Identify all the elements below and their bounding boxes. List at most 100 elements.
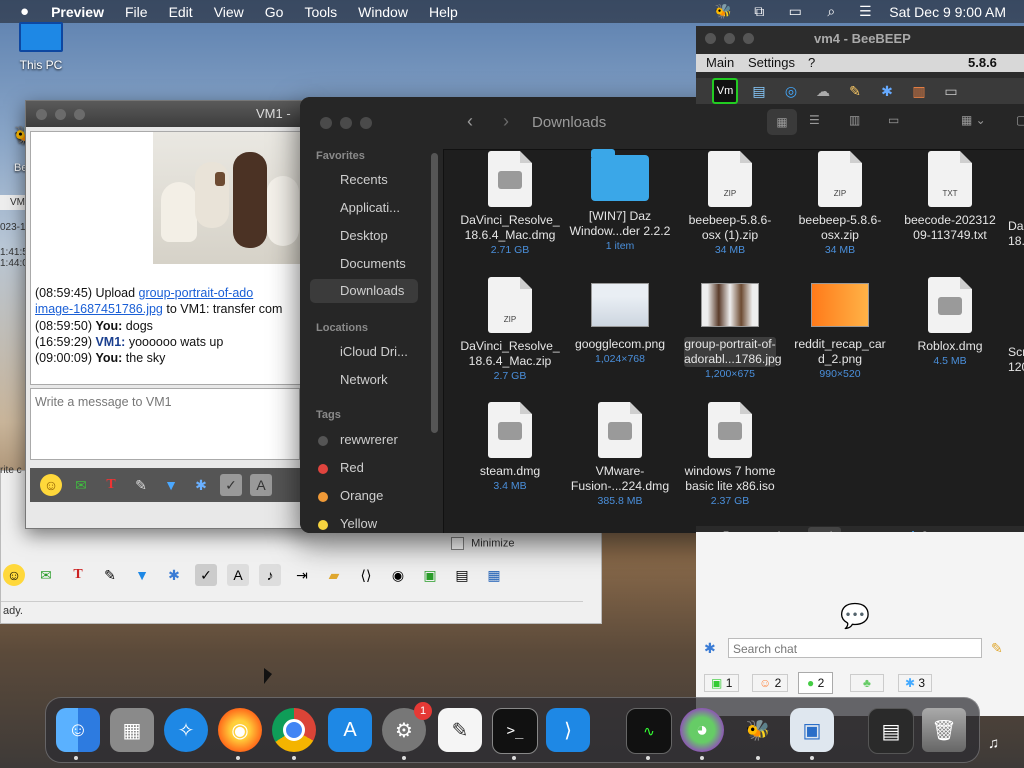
menu-file[interactable]: File	[125, 4, 148, 20]
app-menu[interactable]: Preview	[51, 4, 104, 20]
window-title-bar[interactable]: VM1 -	[26, 101, 311, 127]
spellcheck-icon[interactable]: ✓	[220, 474, 242, 496]
dock-terminal-icon[interactable]: >_	[492, 708, 538, 754]
chart-icon[interactable]: ▥	[908, 80, 930, 102]
file-link[interactable]: image-1687451786.jpg	[35, 302, 163, 316]
plugin-icon[interactable]: ✱	[876, 80, 898, 102]
back-icon[interactable]: ‹	[467, 111, 473, 132]
font-icon[interactable]: T	[67, 564, 89, 586]
gear-icon[interactable]: ✱	[163, 564, 185, 586]
dock-activity-monitor-icon[interactable]: ∿	[626, 708, 672, 754]
search-chat-input[interactable]: Search chat	[728, 638, 982, 658]
file-item[interactable]: steam.dmg 3.4 MB	[458, 402, 562, 494]
tab-share[interactable]: ♣	[850, 674, 884, 692]
file-item[interactable]: googglecom.png 1,024×768	[568, 277, 672, 367]
users-icon[interactable]: ▤	[748, 80, 770, 102]
apple-icon[interactable]: ●	[20, 3, 29, 20]
dock-finder-icon[interactable]: ☺	[56, 708, 100, 752]
emoji-icon[interactable]: ☺	[40, 474, 62, 496]
filter-icon[interactable]: ▼	[160, 474, 182, 496]
dock-textedit-icon[interactable]: ✎	[438, 708, 482, 752]
sidebar-tag-yellow[interactable]: Yellow	[340, 516, 377, 531]
file-item[interactable]: DaVinci_Resolve_ 18.6.4_Mac.dmg 2.71 GB	[458, 151, 562, 258]
dock-launchpad-icon[interactable]: ▦	[110, 708, 154, 752]
beebeep-status-icon[interactable]: 🐝	[715, 3, 732, 19]
menu-window[interactable]: Window	[358, 4, 408, 20]
vm-icon[interactable]: Vm	[712, 78, 738, 104]
folder-icon[interactable]: ▰	[323, 564, 345, 586]
send-file-icon[interactable]: ⇥	[291, 564, 313, 586]
menu-help[interactable]: Help	[429, 4, 458, 20]
camera-icon[interactable]: ◉	[387, 564, 409, 586]
minimize-button[interactable]	[724, 33, 735, 44]
filter-icon[interactable]: ▼	[131, 564, 153, 586]
file-link[interactable]: group-portrait-of-ado	[139, 286, 254, 300]
clock[interactable]: Sat Dec 9 9:00 AM	[889, 4, 1006, 20]
window-icon[interactable]: ▭	[940, 80, 962, 102]
dock-disk-utility-icon[interactable]: ◕	[680, 708, 724, 752]
chat-history[interactable]: (08:59:45) Upload group-portrait-of-ado …	[30, 131, 302, 385]
message-input[interactable]: Write a message to VM1	[30, 388, 300, 460]
zoom-button[interactable]	[360, 117, 372, 129]
forward-icon[interactable]: ›	[503, 111, 509, 132]
dock-app-store-icon[interactable]: A	[328, 708, 372, 752]
mail-icon[interactable]: ✉	[70, 474, 92, 496]
notification-bell-icon[interactable]: ♫	[988, 735, 999, 752]
sidebar-item-icloud[interactable]: iCloud Dri...	[340, 344, 408, 359]
dock-preview-icon[interactable]: ▣	[790, 708, 834, 752]
desktop-icon-this-pc[interactable]: This PC	[14, 22, 68, 72]
search-icon[interactable]: ⌕	[823, 3, 839, 19]
sidebar-tag-orange[interactable]: Orange	[340, 488, 383, 503]
close-button[interactable]	[320, 117, 332, 129]
sidebar-item-documents[interactable]: Documents	[340, 256, 406, 271]
gear-icon[interactable]: ✱	[190, 474, 212, 496]
close-button[interactable]	[705, 33, 716, 44]
minimize-button[interactable]	[340, 117, 352, 129]
sidebar-item-recents[interactable]: Recents	[340, 172, 388, 187]
note-icon[interactable]: ♪	[259, 564, 281, 586]
dock-trash-icon[interactable]: 🗑	[922, 708, 966, 752]
dock-chrome-icon[interactable]	[272, 708, 316, 752]
notes-icon[interactable]: ▤	[451, 564, 473, 586]
menu-edit[interactable]: Edit	[169, 4, 193, 20]
pen-icon[interactable]: ✎	[130, 474, 152, 496]
sidebar-scrollbar[interactable]	[431, 153, 438, 433]
sidebar-item-desktop[interactable]: Desktop	[340, 228, 388, 243]
screen-icon[interactable]: ⧉	[751, 3, 767, 19]
menu-main[interactable]: Main	[706, 55, 734, 70]
sidebar-tag-red[interactable]: Red	[340, 460, 364, 475]
emoji-icon[interactable]: ☺	[3, 564, 25, 586]
minimize-button[interactable]	[55, 109, 66, 120]
gear-icon[interactable]: ✱	[704, 640, 716, 657]
menu-go[interactable]: Go	[265, 4, 284, 20]
file-item[interactable]: ZIP DaVinci_Resolve_ 18.6.4_Mac.zip 2.7 GB	[458, 277, 562, 384]
dock-vscode-icon[interactable]: ⟩	[546, 708, 590, 752]
minimize-checkbox[interactable]: Minimize	[451, 537, 514, 550]
mail-icon[interactable]: ✉	[35, 564, 57, 586]
control-center-icon[interactable]: ☰	[857, 3, 873, 19]
code-icon[interactable]: ⟨⟩	[355, 564, 377, 586]
pen-icon[interactable]: ✎	[844, 80, 866, 102]
file-item[interactable]: [WIN7] Daz Window...der 2.2.2 1 item	[568, 149, 672, 254]
zoom-button[interactable]	[743, 33, 754, 44]
tab-plugins[interactable]: ✱ 3	[898, 674, 933, 692]
text-icon[interactable]: A	[227, 564, 249, 586]
sidebar-item-downloads[interactable]: Downloads	[310, 279, 418, 303]
tab-chats[interactable]: ● 2	[798, 672, 834, 694]
menu-view[interactable]: View	[214, 4, 244, 20]
spellcheck-icon[interactable]: ✓	[195, 564, 217, 586]
sidebar-tag-rewwrerer[interactable]: rewwrerer	[340, 432, 398, 447]
cloud-icon[interactable]: ☁	[812, 80, 834, 102]
screen-icon[interactable]: ▣	[419, 564, 441, 586]
dock-safari-icon[interactable]: ✧	[164, 708, 208, 752]
network-icon[interactable]: ◎	[780, 80, 802, 102]
window-icon[interactable]: ▭	[787, 3, 803, 19]
font-icon[interactable]: T	[100, 474, 122, 496]
save-icon[interactable]: ▦	[483, 564, 505, 586]
close-button[interactable]	[36, 109, 47, 120]
dock-beebeep-icon[interactable]: 🐝	[736, 708, 780, 752]
zoom-button[interactable]	[74, 109, 85, 120]
sidebar-item-applications[interactable]: Applicati...	[340, 200, 400, 215]
menu-tools[interactable]: Tools	[304, 4, 337, 20]
menu-help[interactable]: ?	[808, 55, 815, 70]
